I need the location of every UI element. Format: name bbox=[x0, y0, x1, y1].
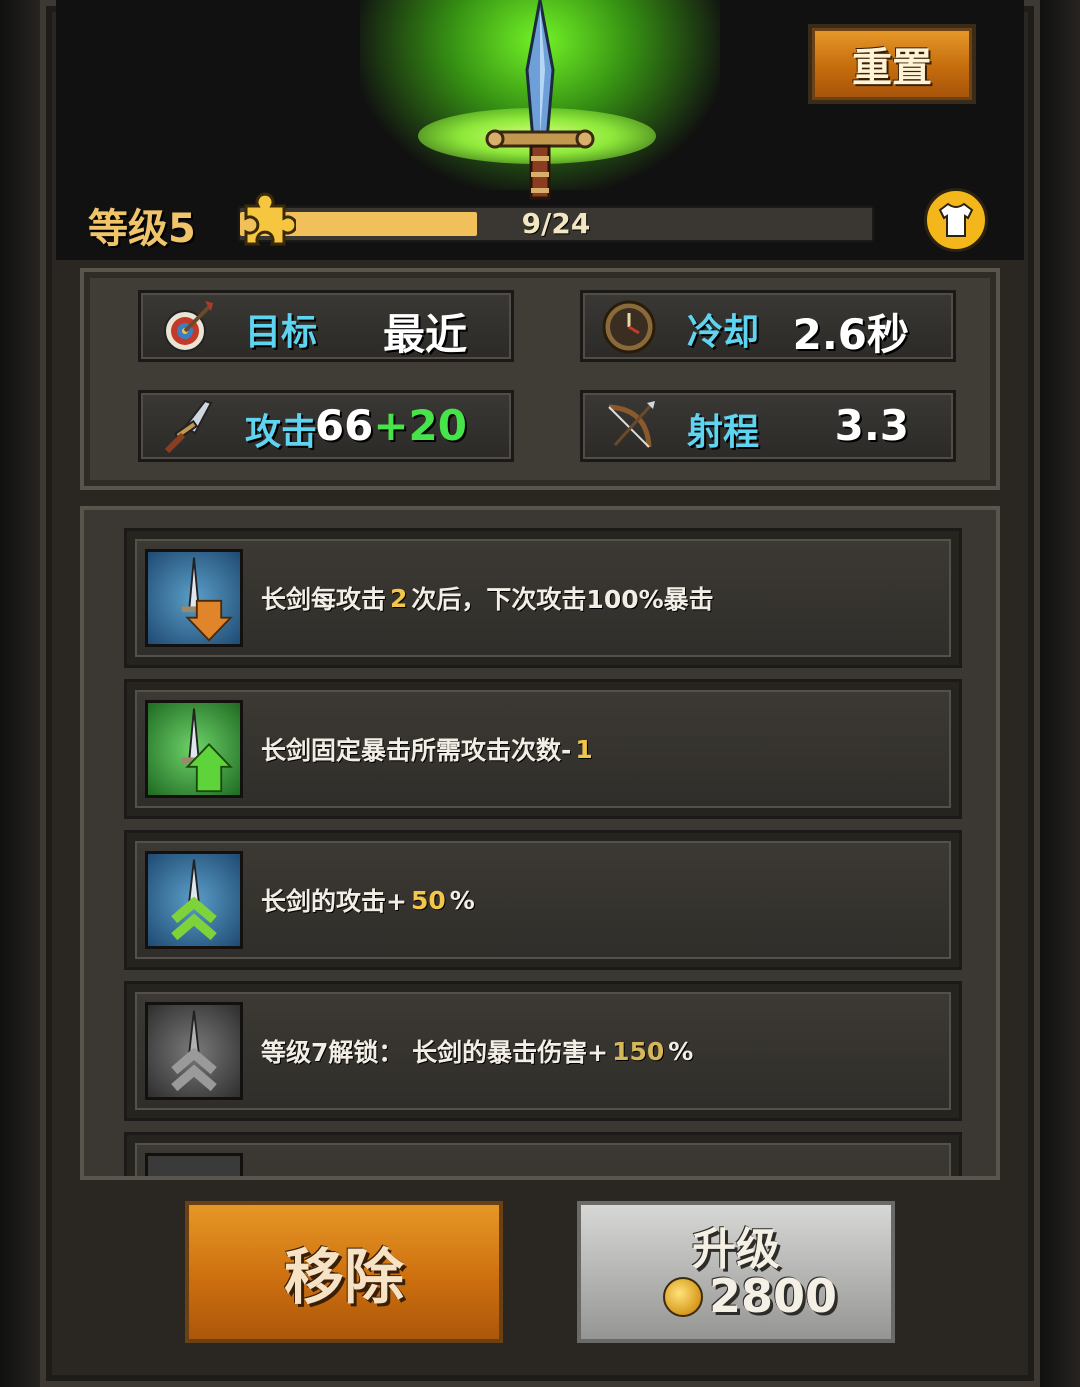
sword-crit-down-icon bbox=[145, 549, 243, 647]
shirt-icon bbox=[938, 202, 974, 237]
upgrade-label: 升级 bbox=[692, 1224, 780, 1275]
stat-label: 攻击 bbox=[245, 412, 318, 453]
stat-value: 66+20 bbox=[314, 401, 467, 450]
longsword-icon bbox=[485, 0, 595, 200]
shard-progress-bar: 9/24 bbox=[238, 206, 874, 242]
coin-icon bbox=[663, 1277, 703, 1317]
sword-locked-icon bbox=[145, 1002, 243, 1100]
skill-item[interactable]: 长剑的攻击+ 50% bbox=[124, 830, 962, 970]
puzzle-piece-icon bbox=[244, 192, 296, 246]
stat-label: 射程 bbox=[687, 412, 760, 453]
skill-item[interactable]: 长剑固定暴击所需攻击次数- 1 bbox=[124, 679, 962, 819]
bow-icon bbox=[608, 401, 655, 448]
stat-range: 射程 3.3 bbox=[580, 390, 956, 462]
left-edge bbox=[0, 0, 40, 1387]
sword-icon bbox=[164, 399, 213, 454]
skill-description: 长剑的攻击+ 50% bbox=[261, 885, 475, 917]
skill-item[interactable]: 长剑每攻击 2 次后，下次攻击100%暴击 bbox=[124, 528, 962, 668]
stat-attack: 攻击 66+20 bbox=[138, 390, 514, 462]
stat-label: 冷却 bbox=[687, 312, 760, 353]
stat-value: 2.6秒 bbox=[792, 310, 909, 359]
stat-value: 3.3 bbox=[834, 401, 909, 450]
target-icon bbox=[164, 301, 213, 352]
level-label: 等级5 bbox=[88, 206, 196, 252]
upgrade-cost: 2800 bbox=[709, 1269, 838, 1323]
skill-item-partial[interactable] bbox=[124, 1132, 962, 1176]
remove-button[interactable]: 移除 bbox=[180, 1196, 508, 1348]
skill-description: 长剑每攻击 2 次后，下次攻击100%暴击 bbox=[261, 583, 714, 615]
skill-icon bbox=[145, 1153, 243, 1176]
cooldown-clock-icon bbox=[602, 300, 656, 354]
skill-description: 等级7解锁： 长剑的暴击伤害+ 150% bbox=[261, 1036, 694, 1068]
skill-item-locked[interactable]: 等级7解锁： 长剑的暴击伤害+ 150% bbox=[124, 981, 962, 1121]
skill-description: 长剑固定暴击所需攻击次数- 1 bbox=[261, 734, 593, 766]
sword-attack-up-icon bbox=[145, 851, 243, 949]
progress-text: 9/24 bbox=[521, 207, 591, 240]
right-edge bbox=[1040, 0, 1080, 1387]
stat-label: 目标 bbox=[245, 312, 318, 353]
upgrade-button[interactable]: 升级 2800 bbox=[572, 1196, 900, 1348]
reset-button[interactable]: 重置 bbox=[808, 24, 976, 104]
stat-target: 目标 最近 bbox=[138, 290, 514, 362]
sword-crit-up-icon bbox=[145, 700, 243, 798]
stat-value: 最近 bbox=[382, 310, 467, 359]
skills-list[interactable]: 长剑每攻击 2 次后，下次攻击100%暴击 长剑固定暴击所需攻击次数- 1 长剑的攻击… bbox=[80, 506, 1000, 1180]
stat-bonus: +20 bbox=[373, 401, 467, 450]
skin-button[interactable] bbox=[924, 188, 988, 252]
stat-cooldown: 冷却 2.6秒 bbox=[580, 290, 956, 362]
